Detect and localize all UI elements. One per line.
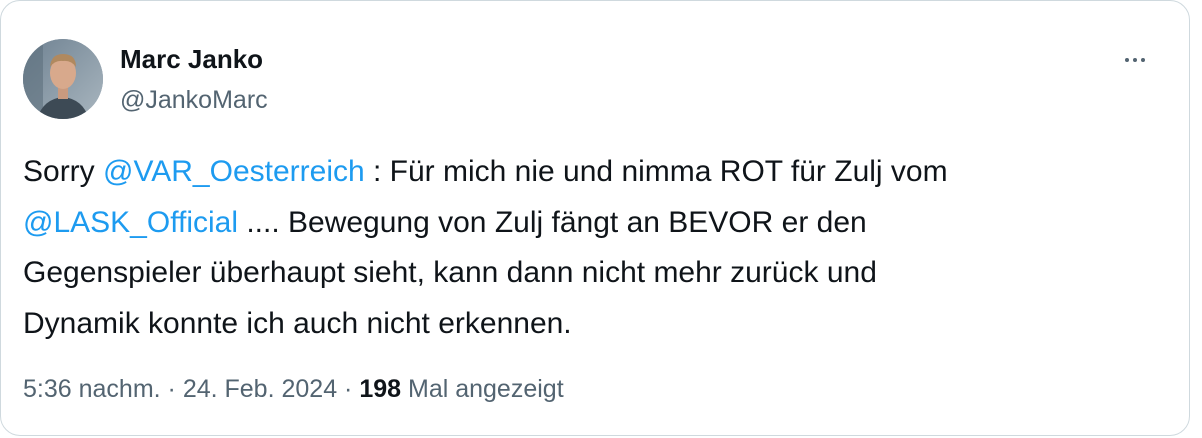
meta-separator: · [160, 375, 183, 403]
tweet-text-segment: .... Bewegung von Zulj fängt an BEVOR er… [238, 205, 867, 239]
tweet-metadata: 5:36 nachm. · 24. Feb. 2024 · 198 Mal an… [23, 373, 564, 405]
more-horizontal-icon-dot [1133, 58, 1137, 62]
meta-separator: · [337, 375, 360, 403]
mention-lask-official[interactable]: @LASK_Official [23, 206, 238, 239]
tweet-date[interactable]: 24. Feb. 2024 [183, 375, 337, 403]
tweet-line: Sorry @VAR_Oesterreich : Für mich nie un… [23, 147, 1163, 198]
more-horizontal-icon-dot [1141, 58, 1145, 62]
tweet-text-segment: Dynamik konnte ich auch nicht erkennen. [23, 306, 572, 340]
author-display-name[interactable]: Marc Janko [120, 43, 263, 75]
tweet-line: Dynamik konnte ich auch nicht erkennen. [23, 299, 1163, 350]
tweet-line: Gegenspieler überhaupt sieht, kann dann … [23, 248, 1163, 299]
avatar-image [23, 39, 103, 119]
tweet-text-segment: Gegenspieler überhaupt sieht, kann dann … [23, 256, 877, 289]
tweet-text-segment: Sorry [23, 155, 104, 188]
more-options-button[interactable] [1113, 45, 1157, 75]
tweet-time[interactable]: 5:36 nachm. [23, 375, 161, 403]
author-handle[interactable]: @JankoMarc [120, 84, 268, 116]
more-horizontal-icon [1125, 58, 1129, 62]
mention-var-oesterreich[interactable]: @VAR_Oesterreich [103, 155, 365, 188]
tweet-line: @LASK_Official .... Bewegung von Zulj fä… [23, 198, 1163, 249]
tweet-text: Sorry @VAR_Oesterreich : Für mich nie un… [23, 147, 1163, 349]
tweet-text-segment: : Für mich nie und nimma ROT für Zulj vo… [364, 155, 948, 188]
avatar[interactable] [23, 39, 103, 119]
views-label: Mal angezeigt [401, 375, 564, 403]
views-count: 198 [359, 375, 402, 403]
tweet-card: Marc Janko @JankoMarc Sorry @VAR_Oesterr… [0, 0, 1190, 436]
